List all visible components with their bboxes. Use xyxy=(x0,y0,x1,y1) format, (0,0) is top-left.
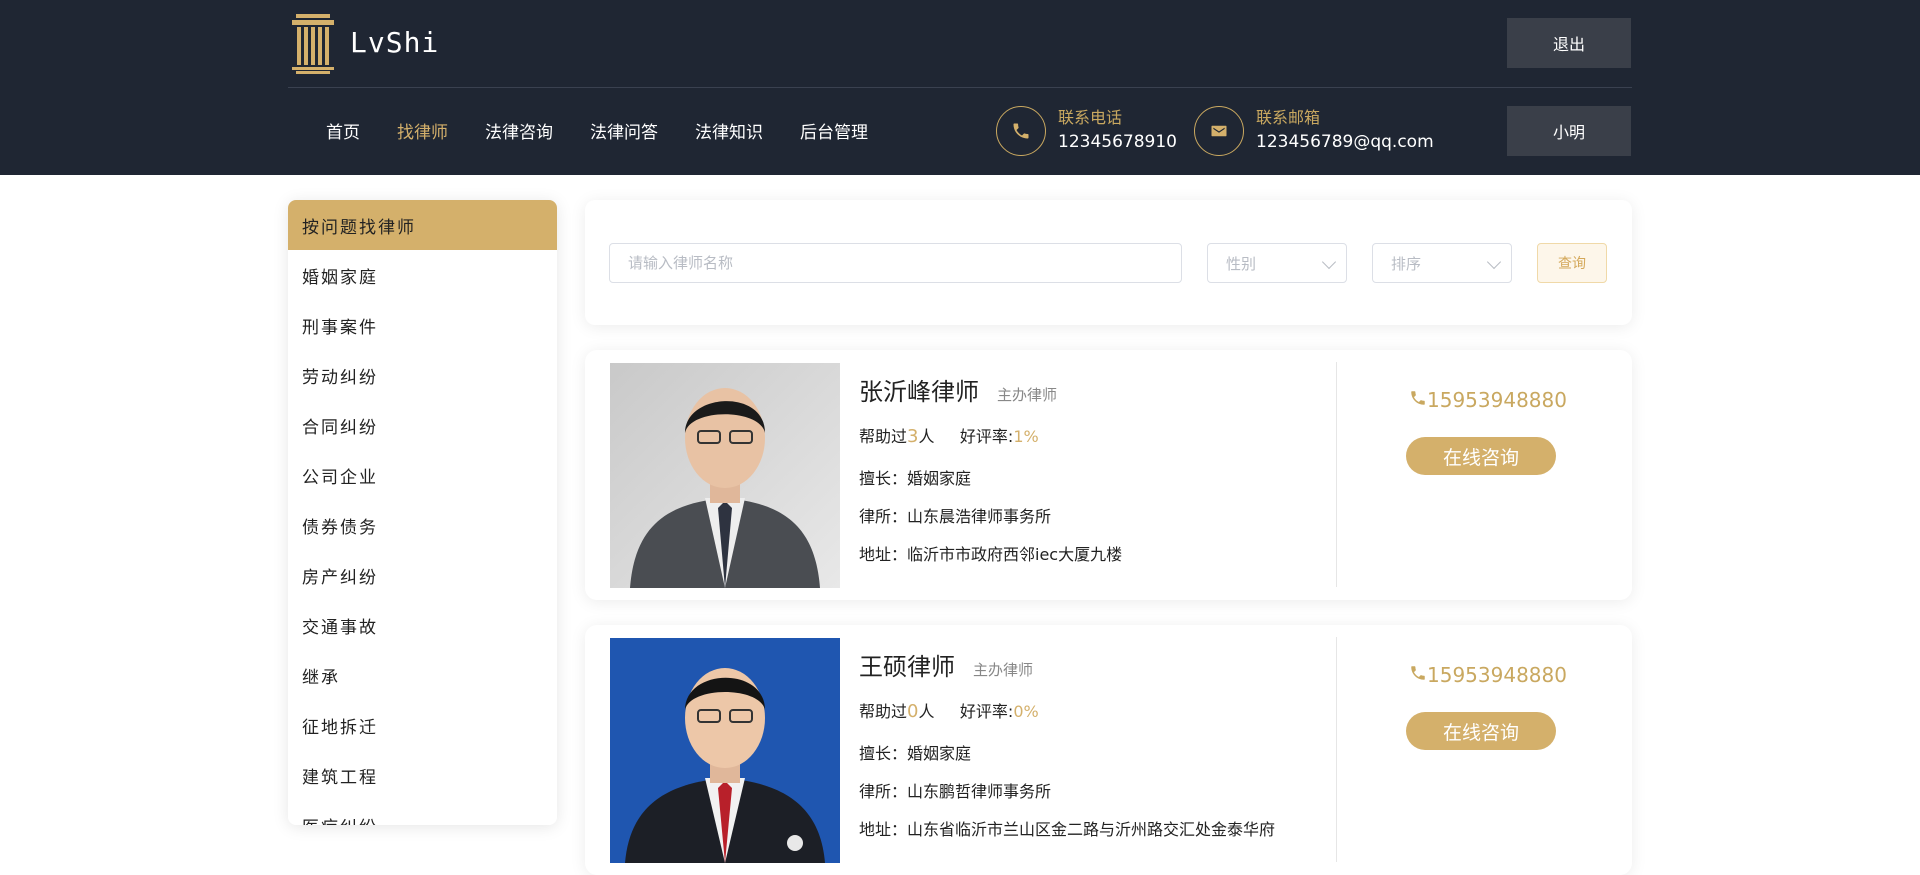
sort-select[interactable]: 排序 xyxy=(1372,243,1512,283)
nav-item-admin[interactable]: 后台管理 xyxy=(800,118,868,143)
lawyer-firm: 律所：山东晨浩律师事务所 xyxy=(859,507,1052,526)
sidebar-heading: 按问题找律师 xyxy=(288,200,557,250)
lawyer-photo[interactable] xyxy=(610,638,840,863)
lawyer-card: 王硕律师 主办律师 帮助过0人 好评率:0% 擅长：婚姻家庭 律所：山东鹏哲律师事… xyxy=(585,625,1632,875)
card-divider xyxy=(1336,362,1337,587)
contact-phone-label: 联系电话 xyxy=(1058,108,1123,127)
sidebar-item-land-demolition[interactable]: 征地拆迁 xyxy=(288,700,557,750)
contact-phone-value: 12345678910 xyxy=(1058,132,1177,152)
chevron-down-icon xyxy=(1486,254,1502,270)
lawyer-photo[interactable] xyxy=(610,363,840,588)
query-button[interactable]: 查询 xyxy=(1537,243,1607,283)
search-panel: 性别 排序 查询 xyxy=(585,200,1632,325)
lawyer-phone: 15953948880 xyxy=(1409,388,1567,412)
chevron-down-icon xyxy=(1321,254,1337,270)
lawyer-phone: 15953948880 xyxy=(1409,663,1567,687)
phone-icon xyxy=(1409,388,1427,412)
lawyer-address: 地址：临沂市市政府西邻iec大厦九楼 xyxy=(859,545,1123,564)
brand-name[interactable]: LvShi xyxy=(350,26,439,59)
nav-item-legal-qa[interactable]: 法律问答 xyxy=(590,118,658,143)
logout-button[interactable]: 退出 xyxy=(1507,18,1631,68)
helped-count: 0 xyxy=(907,701,919,722)
contact-email-value: 123456789@qq.com xyxy=(1256,132,1434,152)
logo-icon[interactable] xyxy=(288,12,338,76)
sidebar-item-property[interactable]: 房产纠纷 xyxy=(288,550,557,600)
lawyer-specialty: 擅长：婚姻家庭 xyxy=(859,744,972,763)
card-divider xyxy=(1336,637,1337,862)
lawyer-stats: 帮助过3人 好评率:1% xyxy=(859,426,1039,447)
lawyer-name[interactable]: 王硕律师 主办律师 xyxy=(859,647,1033,682)
sidebar-item-medical[interactable]: 医疗纠纷 xyxy=(288,800,557,826)
rating-value: 1% xyxy=(1013,427,1039,446)
gender-select[interactable]: 性别 xyxy=(1207,243,1347,283)
sidebar-item-inheritance[interactable]: 继承 xyxy=(288,650,557,700)
lawyer-title: 主办律师 xyxy=(973,661,1034,679)
nav-item-legal-consult[interactable]: 法律咨询 xyxy=(485,118,553,143)
sidebar-item-construction[interactable]: 建筑工程 xyxy=(288,750,557,800)
sort-select-placeholder: 排序 xyxy=(1391,254,1422,273)
sidebar-item-contract[interactable]: 合同纠纷 xyxy=(288,400,557,450)
contact-email: 联系邮箱 123456789@qq.com xyxy=(1194,106,1434,156)
main-nav: 首页 找律师 法律咨询 法律问答 法律知识 后台管理 xyxy=(326,118,905,143)
phone-icon xyxy=(996,106,1046,156)
category-sidebar: 按问题找律师 婚姻家庭 刑事案件 劳动纠纷 合同纠纷 公司企业 债券债务 房产纠… xyxy=(288,200,557,825)
mail-icon xyxy=(1194,106,1244,156)
sidebar-item-labor[interactable]: 劳动纠纷 xyxy=(288,350,557,400)
nav-item-legal-knowledge[interactable]: 法律知识 xyxy=(695,118,763,143)
sidebar-item-criminal[interactable]: 刑事案件 xyxy=(288,300,557,350)
lawyer-name-search-input[interactable] xyxy=(609,243,1182,283)
header-divider xyxy=(288,87,1632,88)
online-consult-button[interactable]: 在线咨询 xyxy=(1406,437,1556,475)
contact-email-label: 联系邮箱 xyxy=(1256,108,1321,127)
lawyer-address: 地址：山东省临沂市兰山区金二路与沂州路交汇处金泰华府 xyxy=(859,820,1276,839)
sidebar-item-marriage-family[interactable]: 婚姻家庭 xyxy=(288,250,557,300)
contact-phone: 联系电话 12345678910 xyxy=(996,106,1177,156)
lawyer-name[interactable]: 张沂峰律师 主办律师 xyxy=(859,372,1057,407)
sidebar-item-debt[interactable]: 债券债务 xyxy=(288,500,557,550)
top-header: LvShi 退出 首页 找律师 法律咨询 法律问答 法律知识 后台管理 联系电话… xyxy=(0,0,1920,175)
lawyer-specialty: 擅长：婚姻家庭 xyxy=(859,469,972,488)
lawyer-phone-number: 15953948880 xyxy=(1427,388,1567,412)
lawyer-firm: 律所：山东鹏哲律师事务所 xyxy=(859,782,1052,801)
helped-count: 3 xyxy=(907,426,919,447)
nav-item-home[interactable]: 首页 xyxy=(326,118,360,143)
phone-icon xyxy=(1409,663,1427,687)
user-button[interactable]: 小明 xyxy=(1507,106,1631,156)
lawyer-card: 张沂峰律师 主办律师 帮助过3人 好评率:1% 擅长：婚姻家庭 律所：山东晨浩律师… xyxy=(585,350,1632,600)
nav-item-find-lawyer[interactable]: 找律师 xyxy=(397,118,448,143)
sidebar-item-company[interactable]: 公司企业 xyxy=(288,450,557,500)
rating-value: 0% xyxy=(1013,702,1039,721)
lawyer-phone-number: 15953948880 xyxy=(1427,663,1567,687)
sidebar-item-traffic[interactable]: 交通事故 xyxy=(288,600,557,650)
lawyer-stats: 帮助过0人 好评率:0% xyxy=(859,701,1039,722)
gender-select-placeholder: 性别 xyxy=(1226,254,1257,273)
lawyer-title: 主办律师 xyxy=(997,386,1058,404)
online-consult-button[interactable]: 在线咨询 xyxy=(1406,712,1556,750)
